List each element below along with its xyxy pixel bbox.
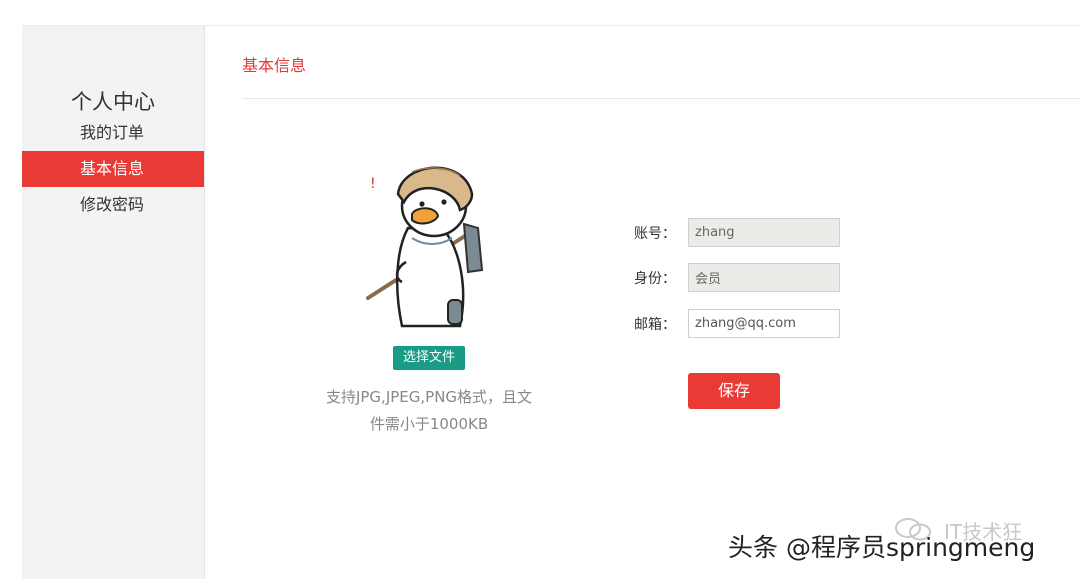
sidebar-item-my-orders[interactable]: 我的订单 bbox=[22, 115, 204, 151]
sidebar-title: 个人中心 bbox=[71, 90, 155, 114]
upload-hint-line1: 支持JPG,JPEG,PNG格式，且文 bbox=[325, 388, 533, 406]
email-field[interactable] bbox=[688, 309, 840, 338]
svg-text:!: ! bbox=[370, 176, 376, 192]
sidebar-item-label: 我的订单 bbox=[80, 123, 145, 142]
save-button[interactable]: 保存 bbox=[688, 373, 780, 409]
watermark-author: 头条 @程序员springmeng bbox=[728, 533, 1036, 562]
duck-farmer-avatar: ! bbox=[366, 166, 484, 328]
title-divider bbox=[242, 98, 1080, 99]
role-label: 身份： bbox=[634, 271, 676, 287]
upload-hint-line2: 件需小于1000KB bbox=[369, 415, 489, 433]
account-field[interactable] bbox=[688, 218, 840, 247]
sidebar-item-label: 基本信息 bbox=[80, 159, 145, 178]
page-title: 基本信息 bbox=[242, 56, 307, 75]
choose-file-button[interactable]: 选择文件 bbox=[393, 346, 465, 370]
email-label: 邮箱： bbox=[634, 317, 676, 333]
sidebar: 个人中心 我的订单 基本信息 修改密码 bbox=[22, 26, 205, 579]
sidebar-item-change-password[interactable]: 修改密码 bbox=[22, 187, 204, 223]
sidebar-item-basic-info[interactable]: 基本信息 bbox=[22, 151, 204, 187]
sidebar-item-label: 修改密码 bbox=[80, 195, 145, 214]
upload-hint: 支持JPG,JPEG,PNG格式，且文 件需小于1000KB bbox=[305, 384, 553, 438]
account-label: 账号： bbox=[634, 226, 676, 242]
role-field[interactable] bbox=[688, 263, 840, 292]
